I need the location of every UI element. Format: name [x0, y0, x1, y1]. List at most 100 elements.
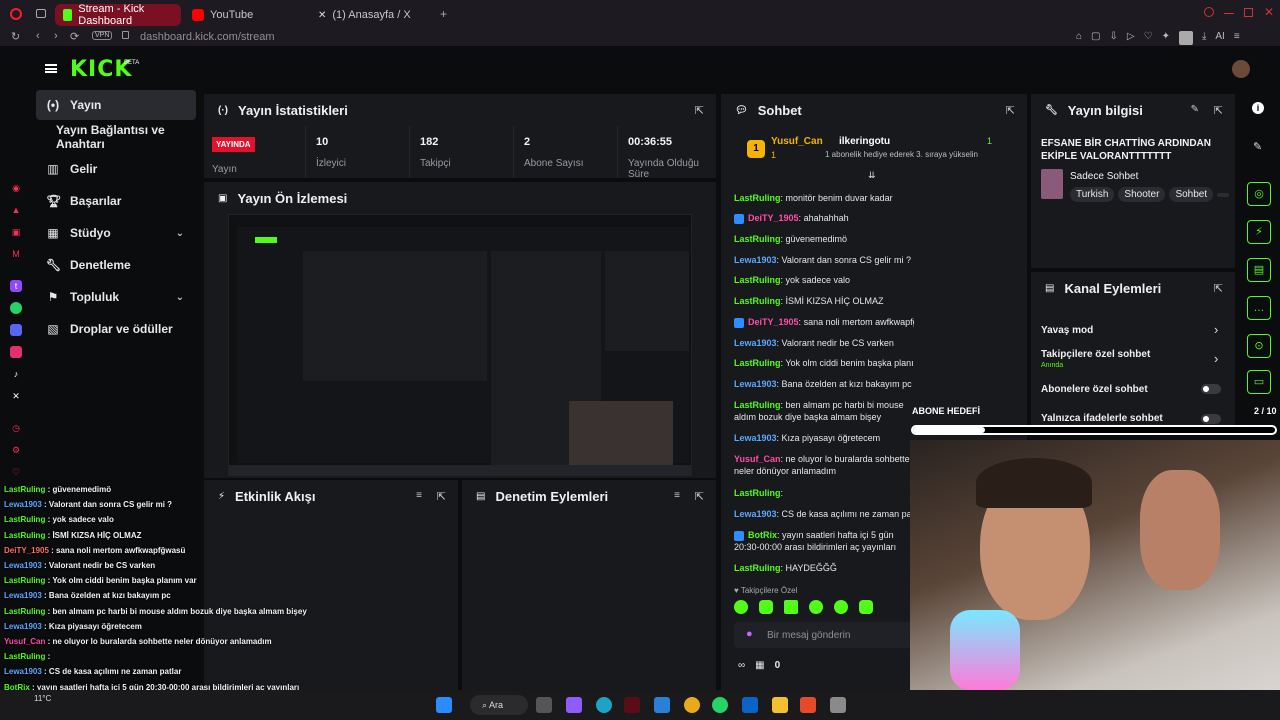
opera-rail-x-icon[interactable]: ✕	[10, 390, 22, 402]
store-icon[interactable]	[654, 697, 670, 713]
edit-icon[interactable]: ✎	[1191, 104, 1199, 115]
filter-icon[interactable]: ≡	[674, 490, 680, 501]
chat-username[interactable]: LastRuling	[734, 275, 781, 285]
pinned-user[interactable]: Yusuf_Can	[771, 136, 823, 147]
emote-icon[interactable]	[834, 600, 848, 614]
chat-username[interactable]: LastRuling	[734, 296, 781, 306]
chat-button[interactable]: …	[1247, 296, 1271, 320]
search-tabs-icon[interactable]	[1204, 7, 1214, 17]
refresh-icon[interactable]: ⟳	[70, 30, 79, 43]
emotes-only-toggle[interactable]	[1201, 414, 1221, 424]
sidebar-item-moderation[interactable]: 🔧︎ Denetleme	[36, 250, 196, 280]
edit-pencil-icon[interactable]: ✎	[1253, 140, 1262, 153]
chat-username[interactable]: Lewa1903	[734, 433, 777, 443]
opera-rail-discord-icon[interactable]	[10, 324, 22, 336]
sidebar-item-revenue[interactable]: ▥ Gelir	[36, 154, 196, 184]
opera-taskbar-icon[interactable]	[624, 697, 640, 713]
info-icon[interactable]: i	[1252, 102, 1264, 114]
opera-rail-instagram-icon[interactable]	[10, 346, 22, 358]
emote-icon[interactable]	[784, 600, 798, 614]
vpn-badge[interactable]: VPN	[92, 31, 113, 40]
whatsapp-icon[interactable]	[712, 697, 728, 713]
chat-username[interactable]: BotRix	[748, 530, 777, 540]
emotes-only-chat-row[interactable]: Yalnızca ifadelerle sohbet	[1041, 413, 1163, 424]
chrome-icon[interactable]	[684, 697, 700, 713]
opera-rail-aria-icon[interactable]: ◉	[10, 182, 22, 194]
slow-mode-row[interactable]: Yavaş mod	[1041, 325, 1093, 336]
chat-username[interactable]: DeiTY_1905	[748, 213, 799, 223]
extensions-icon[interactable]: ✦	[1162, 31, 1170, 45]
chevron-right-icon[interactable]: ›	[1214, 322, 1218, 337]
subscribers-only-chat-row[interactable]: Abonelere özel sohbet	[1041, 384, 1148, 395]
opera-rail-heart-icon[interactable]: ♡	[10, 466, 22, 478]
minimize-icon[interactable]	[1224, 13, 1234, 14]
opera-rail-tiktok-icon[interactable]: ♪	[10, 368, 22, 380]
tab-youtube[interactable]: YouTube	[184, 4, 304, 26]
start-button[interactable]	[436, 697, 452, 713]
followers-only-chat-row[interactable]: Takipçilere özel sohbet	[1041, 349, 1150, 360]
kick-points-icon[interactable]: ∞	[738, 660, 745, 671]
pinned-gifter[interactable]: ilkeringotu	[839, 136, 890, 147]
chat-username[interactable]: LastRuling	[734, 193, 781, 203]
app-icon[interactable]	[800, 697, 816, 713]
tag[interactable]: Shooter	[1118, 187, 1166, 202]
chat-username[interactable]: LastRuling	[734, 488, 781, 498]
emote-icon[interactable]	[759, 600, 773, 614]
sidebar-item-drops[interactable]: ▧ Droplar ve ödüller	[36, 314, 196, 344]
sidebar-item-stream[interactable]: (•) Yayın	[36, 90, 196, 120]
opera-rail-twitch-icon[interactable]: t	[10, 280, 22, 292]
microphone-icon[interactable]: ●	[746, 628, 753, 640]
tag[interactable]: Turkish	[1070, 187, 1115, 202]
lightning-button[interactable]: ⚡︎	[1247, 220, 1271, 244]
popout-icon[interactable]: ⇱	[1006, 104, 1015, 117]
menu-icon[interactable]: ≡	[1234, 31, 1240, 45]
tag[interactable]: Sohbet	[1169, 187, 1214, 202]
tab-kick-dashboard[interactable]: Stream - Kick Dashboard	[55, 3, 181, 27]
reload-icon[interactable]: ↻	[11, 30, 20, 43]
task-view-icon[interactable]	[536, 697, 552, 713]
tag-overflow[interactable]	[1217, 193, 1230, 197]
sidebar-item-stream-key[interactable]: Yayın Bağlantısı ve Anahtarı	[36, 122, 196, 152]
emote-icon[interactable]	[859, 600, 873, 614]
scroll-down-icon[interactable]: ⇊	[868, 170, 876, 181]
downloads-icon[interactable]: ⤓	[1202, 31, 1206, 45]
chat-username[interactable]: DeiTY_1905	[748, 317, 799, 327]
sidebar-item-achievements[interactable]: 🏆︎ Başarılar	[36, 186, 196, 216]
heart-icon[interactable]: ♡	[1144, 31, 1153, 45]
maximize-icon[interactable]	[1244, 8, 1253, 17]
chat-username[interactable]: Lewa1903	[734, 379, 777, 389]
filter-icon[interactable]: ≡	[416, 490, 422, 501]
app-icon[interactable]	[830, 697, 846, 713]
chat-input[interactable]: ● Bir mesaj gönderin	[734, 622, 914, 648]
chat-username[interactable]: LastRuling	[734, 234, 781, 244]
back-icon[interactable]: ‹	[36, 30, 40, 42]
copilot-icon[interactable]	[566, 697, 582, 713]
opera-rail-settings-icon[interactable]: ⚙	[10, 444, 22, 456]
chat-username[interactable]: LastRuling	[734, 563, 781, 573]
popout-icon[interactable]: ⇱	[1214, 282, 1223, 295]
gift-icon[interactable]: ▦	[755, 660, 764, 671]
clip-button[interactable]: ◎	[1247, 182, 1271, 206]
category-name[interactable]: Sadece Sohbet	[1070, 171, 1138, 182]
popout-icon[interactable]: ⇱	[695, 104, 704, 117]
edge-icon[interactable]	[596, 697, 612, 713]
ai-button[interactable]: AI	[1215, 31, 1224, 45]
chat-username[interactable]: Lewa1903	[734, 255, 777, 265]
opera-rail-player-icon[interactable]: ▣	[10, 226, 22, 238]
sidebar-item-studio[interactable]: ▦ Stüdyo ⌄	[36, 218, 196, 248]
broadcast-button[interactable]: ⊙	[1247, 334, 1271, 358]
opera-rail-whatsapp-icon[interactable]	[10, 302, 22, 314]
chevron-right-icon[interactable]: ›	[1214, 351, 1218, 366]
outlook-icon[interactable]	[742, 697, 758, 713]
popout-icon[interactable]: ⇱	[437, 490, 446, 503]
profile-avatar[interactable]	[1178, 31, 1193, 45]
chat-username[interactable]: Yusuf_Can	[734, 454, 781, 464]
forward-icon[interactable]: ›	[54, 30, 58, 42]
snapshot-icon[interactable]: ▢	[1091, 31, 1100, 45]
chat-username[interactable]: LastRuling	[734, 400, 781, 410]
preview-video[interactable]	[228, 214, 692, 476]
new-tab-icon[interactable]: +	[440, 7, 447, 21]
opera-rail-ai-icon[interactable]: ▲	[10, 204, 22, 216]
opera-logo-icon[interactable]	[10, 8, 22, 20]
popout-icon[interactable]: ⇱	[695, 490, 704, 503]
